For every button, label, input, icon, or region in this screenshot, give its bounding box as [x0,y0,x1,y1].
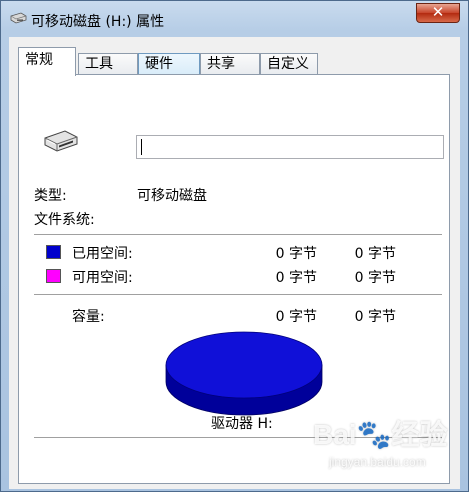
text-caret [141,139,142,155]
divider [34,234,442,235]
used-space-swatch [46,245,61,259]
dialog-client-area: 常规 工具 硬件 共享 自定义 类型: 可移动磁盘 文件系统: 已用空间: 0 … [9,37,460,489]
divider [34,437,442,438]
free-space-size: 0 字节 [354,270,396,286]
free-space-bytes: 0 字节 [275,270,317,286]
removable-drive-icon [10,12,27,24]
used-space-label: 已用空间: [72,246,133,262]
close-icon: ✕ [431,3,445,21]
tab-hardware[interactable]: 硬件 [138,53,200,75]
tab-general[interactable]: 常规 [18,47,76,76]
tab-tools[interactable]: 工具 [78,53,138,75]
title-bar[interactable]: 可移动磁盘 (H:) 属性 ✕ [1,1,468,37]
free-space-swatch [46,269,61,283]
used-space-size: 0 字节 [354,246,396,262]
general-tab-panel: 类型: 可移动磁盘 文件系统: 已用空间: 0 字节 0 字节 可用空间: 0 … [18,74,450,484]
tab-customize[interactable]: 自定义 [260,53,318,75]
properties-window: 可移动磁盘 (H:) 属性 ✕ 常规 工具 硬件 共享 自定义 类型: 可移动磁… [0,0,469,492]
tab-label: 常规 [25,52,53,68]
usage-pie-chart [165,331,323,416]
capacity-label: 容量: [72,309,105,325]
free-space-label: 可用空间: [72,270,133,286]
drive-letter-label: 驱动器 H: [211,416,273,432]
filesystem-label: 文件系统: [34,212,95,228]
used-space-bytes: 0 字节 [275,246,317,262]
close-button[interactable]: ✕ [416,3,460,23]
tab-label: 硬件 [145,56,173,72]
tab-label: 共享 [207,56,235,72]
type-value: 可移动磁盘 [137,188,207,204]
volume-name-input[interactable] [136,135,444,159]
capacity-size: 0 字节 [354,309,396,325]
capacity-bytes: 0 字节 [275,309,317,325]
removable-drive-icon [44,130,78,152]
divider [34,294,442,295]
type-label: 类型: [34,188,67,204]
tab-strip: 常规 工具 硬件 共享 自定义 [9,47,460,76]
tab-sharing[interactable]: 共享 [200,53,260,75]
tab-label: 工具 [85,56,113,72]
window-title: 可移动磁盘 (H:) 属性 [31,14,165,30]
tab-label: 自定义 [267,56,309,72]
